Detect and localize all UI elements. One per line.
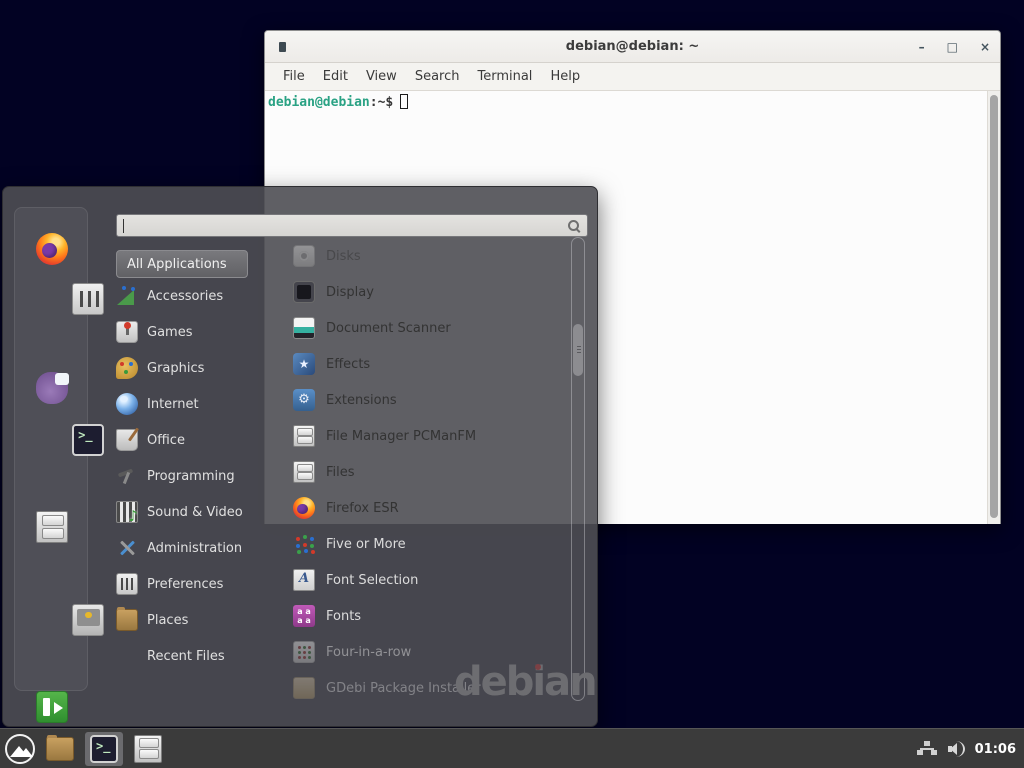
log-out-icon[interactable]	[36, 691, 68, 723]
office-icon	[116, 429, 138, 451]
volume-icon[interactable]	[947, 741, 965, 757]
app-file-manager-pcmanfm[interactable]: File Manager PCManFM	[279, 418, 567, 454]
file-cabinet-launcher[interactable]	[134, 735, 162, 763]
bottom-panel: 01:06	[0, 728, 1024, 768]
terminal-cursor	[400, 94, 408, 109]
category-office[interactable]: Office	[116, 422, 276, 458]
menu-view[interactable]: View	[357, 69, 406, 84]
close-button[interactable]: ×	[980, 31, 990, 63]
graphics-icon	[116, 357, 138, 379]
preferences-icon	[116, 573, 138, 595]
terminal-icon[interactable]	[72, 424, 104, 456]
gdebi-icon	[293, 677, 315, 699]
document-scanner-icon	[293, 317, 315, 339]
places-icon	[116, 609, 138, 631]
terminal-window-button[interactable]	[85, 732, 123, 766]
app-disks[interactable]: Disks	[279, 238, 567, 274]
programming-icon	[116, 465, 138, 487]
desktop[interactable]: debian@debian: ~ – □ × File Edit View Se…	[0, 0, 1024, 768]
menu-search-box[interactable]	[116, 214, 588, 237]
search-caret	[123, 219, 124, 233]
terminal-prompt: debian@debian:~$	[268, 94, 408, 110]
terminal-scrollbar[interactable]	[987, 91, 1000, 524]
prompt-path: :~$	[370, 95, 393, 110]
menu-help[interactable]: Help	[541, 69, 589, 84]
menu-search[interactable]: Search	[406, 69, 469, 84]
category-administration[interactable]: Administration	[116, 530, 276, 566]
maximize-button[interactable]: □	[947, 31, 958, 63]
category-accessories[interactable]: Accessories	[116, 278, 276, 314]
firefox-icon[interactable]	[36, 233, 68, 265]
clock[interactable]: 01:06	[975, 742, 1016, 757]
app-display[interactable]: Display	[279, 274, 567, 310]
category-programming[interactable]: Programming	[116, 458, 276, 494]
terminal-menubar: File Edit View Search Terminal Help	[265, 63, 1000, 91]
extensions-icon	[293, 389, 315, 411]
debian-watermark: debian	[454, 659, 596, 705]
menu-scrollbar-thumb[interactable]	[573, 324, 583, 376]
category-sound-video[interactable]: Sound & Video	[116, 494, 276, 530]
sound-video-icon	[116, 501, 138, 523]
menu-edit[interactable]: Edit	[314, 69, 357, 84]
files-folder-launcher[interactable]	[46, 737, 74, 761]
debian-swirl-dot	[535, 664, 541, 670]
five-or-more-icon	[293, 533, 315, 555]
menu-scrollbar[interactable]	[571, 237, 585, 701]
category-label: All Applications	[127, 257, 227, 272]
category-recent-files[interactable]: Recent Files	[116, 638, 276, 674]
prompt-user: debian@debian	[268, 95, 370, 110]
category-places[interactable]: Places	[116, 602, 276, 638]
window-icon	[279, 42, 286, 52]
favorites-column	[14, 207, 88, 691]
app-five-or-more[interactable]: Five or More	[279, 526, 567, 562]
menu-button-icon[interactable]	[5, 734, 35, 764]
internet-icon	[116, 393, 138, 415]
folder-icon	[46, 737, 74, 761]
category-all-applications[interactable]: All Applications	[116, 250, 248, 278]
firefox-icon	[293, 497, 315, 519]
terminal-titlebar[interactable]: debian@debian: ~ – □ ×	[265, 31, 1000, 63]
file-cabinet-icon	[134, 735, 162, 763]
terminal-icon	[90, 735, 118, 763]
games-icon	[116, 321, 138, 343]
app-document-scanner[interactable]: Document Scanner	[279, 310, 567, 346]
window-title: debian@debian: ~	[265, 39, 1000, 54]
app-font-selection[interactable]: Font Selection	[279, 562, 567, 598]
pidgin-icon[interactable]	[36, 372, 68, 404]
effects-icon	[293, 353, 315, 375]
control-center-icon[interactable]	[72, 283, 104, 315]
app-extensions[interactable]: Extensions	[279, 382, 567, 418]
font-selection-icon	[293, 569, 315, 591]
file-manager-icon[interactable]	[36, 511, 68, 543]
app-firefox-esr[interactable]: Firefox ESR	[279, 490, 567, 526]
app-effects[interactable]: Effects	[279, 346, 567, 382]
category-internet[interactable]: Internet	[116, 386, 276, 422]
category-graphics[interactable]: Graphics	[116, 350, 276, 386]
minimize-button[interactable]: –	[919, 31, 925, 63]
administration-icon	[116, 537, 138, 559]
app-fonts[interactable]: Fonts	[279, 598, 567, 634]
search-icon	[567, 219, 581, 233]
display-icon	[293, 281, 315, 303]
category-games[interactable]: Games	[116, 314, 276, 350]
files-icon	[293, 461, 315, 483]
application-menu: All Applications Accessories Games Graph…	[2, 186, 598, 727]
lock-screen-icon[interactable]	[72, 604, 104, 636]
fonts-icon	[293, 605, 315, 627]
file-manager-icon	[293, 425, 315, 447]
accessories-icon	[116, 285, 138, 307]
disks-icon	[293, 245, 315, 267]
category-preferences[interactable]: Preferences	[116, 566, 276, 602]
menu-terminal[interactable]: Terminal	[468, 69, 541, 84]
four-in-a-row-icon	[293, 641, 315, 663]
menu-file[interactable]: File	[274, 69, 314, 84]
terminal-scrollbar-thumb[interactable]	[990, 95, 998, 518]
app-files[interactable]: Files	[279, 454, 567, 490]
application-list: Disks Display Document Scanner Effects E…	[279, 235, 567, 701]
network-icon[interactable]	[917, 740, 937, 758]
menu-search-input[interactable]	[122, 217, 563, 234]
